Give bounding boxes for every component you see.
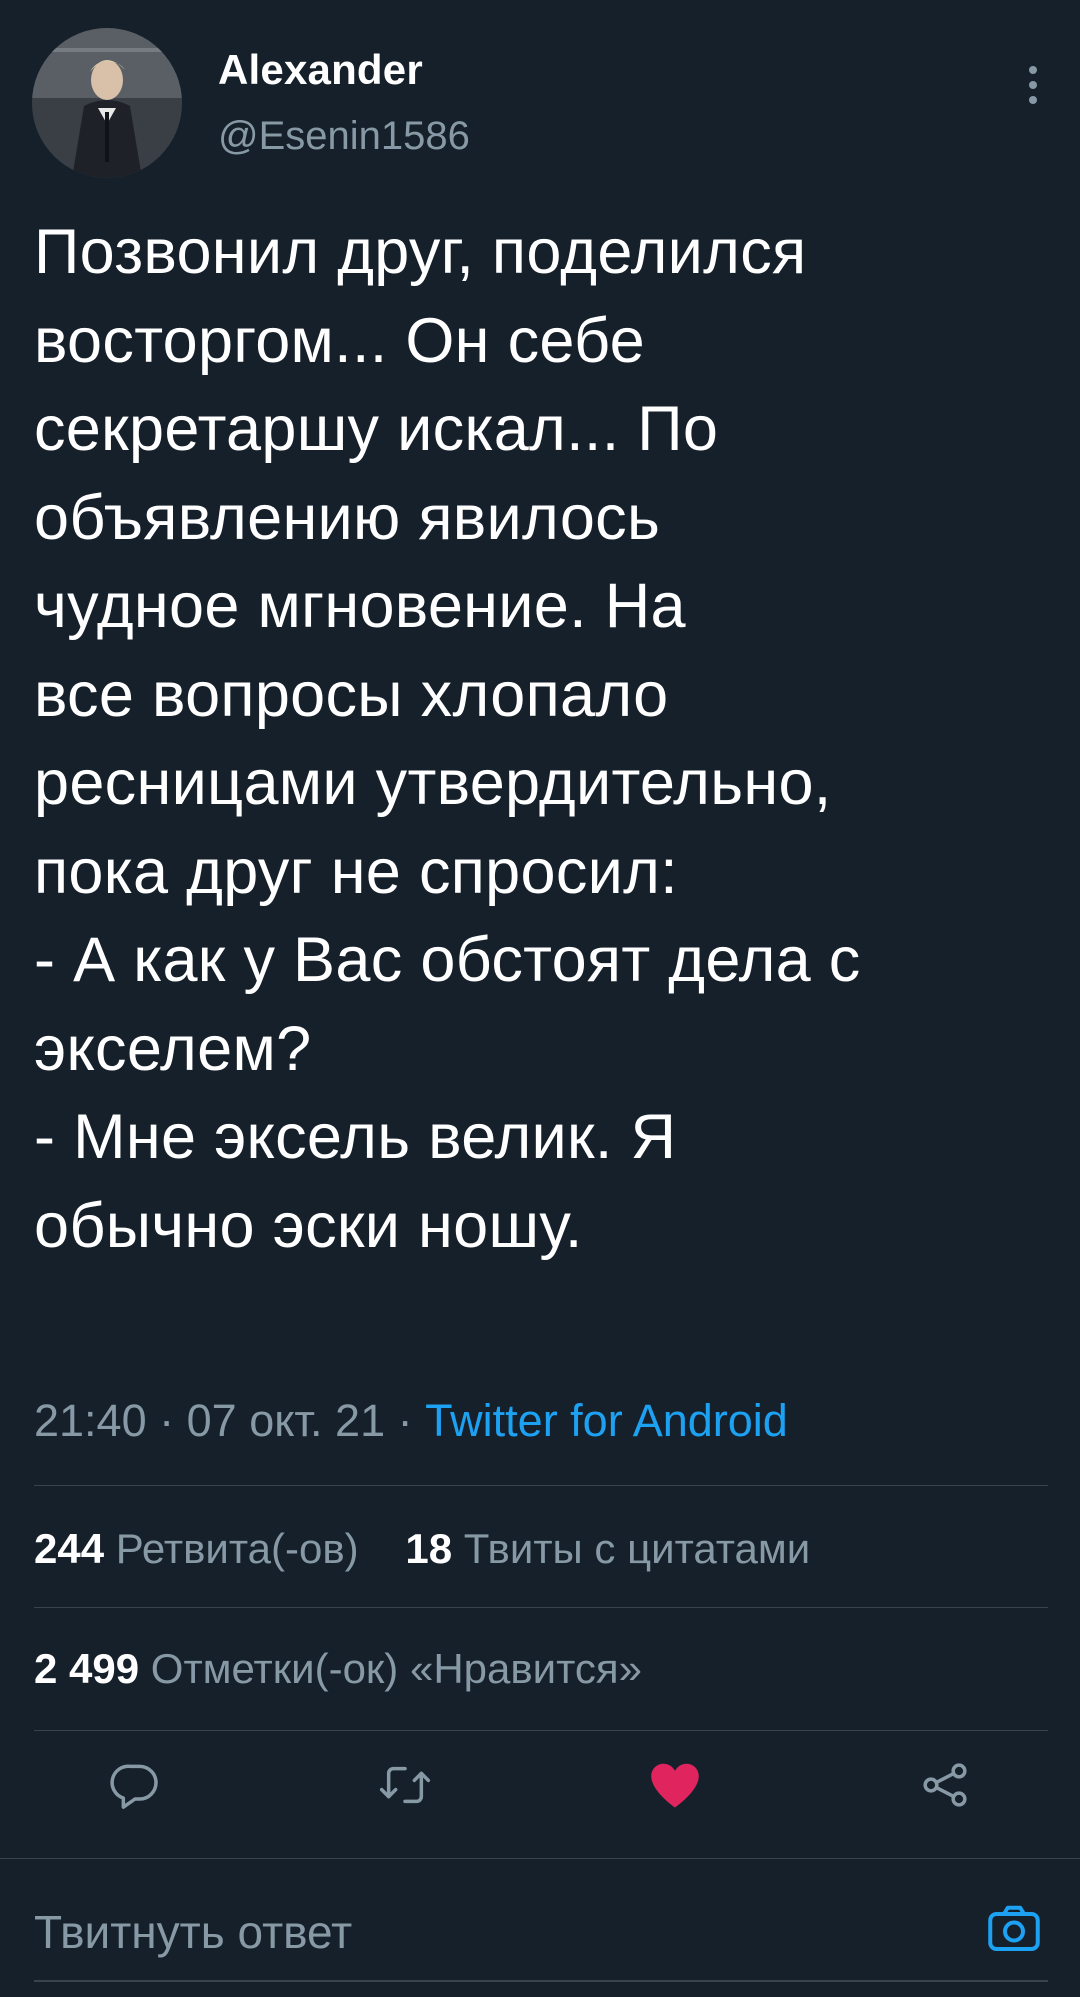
quotes-count: 18 (405, 1525, 453, 1572)
tweet-header: Alexander @Esenin1586 (32, 28, 1048, 178)
divider (34, 1730, 1048, 1731)
meta-separator: · (397, 1395, 413, 1446)
display-name[interactable]: Alexander (218, 46, 423, 94)
reply-input[interactable]: Твитнуть ответ (34, 1905, 352, 1959)
tweet-text: Позвонил друг, поделился восторгом... Он… (34, 217, 861, 1261)
tweet-meta: 21:40 · 07 окт. 21 · Twitter for Android (34, 1395, 788, 1447)
bottom-divider (34, 1980, 1048, 1982)
retweets-stat[interactable]: 244 Ретвита(-ов) (34, 1525, 370, 1572)
likes-count: 2 499 (34, 1645, 140, 1692)
reply-button[interactable] (100, 1745, 170, 1825)
share-icon (923, 1763, 967, 1807)
reply-icon (110, 1764, 158, 1809)
divider (34, 1485, 1048, 1486)
tweet-time: 21:40 (34, 1395, 147, 1446)
quotes-label: Твиты с цитатами (463, 1525, 811, 1572)
retweet-icon (379, 1766, 431, 1804)
retweets-count: 244 (34, 1525, 105, 1572)
avatar[interactable] (32, 28, 182, 178)
tweet-source-link[interactable]: Twitter for Android (425, 1395, 788, 1446)
retweets-label: Ретвита(-ов) (115, 1525, 359, 1572)
stats-row-retweets: 244 Ретвита(-ов) 18 Твиты с цитатами (34, 1525, 810, 1573)
likes-label: Отметки(-ок) «Нравится» (150, 1645, 643, 1692)
heart-icon (651, 1763, 699, 1808)
more-options-icon[interactable] (1018, 50, 1048, 120)
divider (34, 1607, 1048, 1608)
reply-composer[interactable]: Твитнуть ответ (0, 1858, 1080, 1997)
quotes-stat[interactable]: 18 Твиты с цитатами (405, 1525, 810, 1572)
retweet-button[interactable] (370, 1745, 440, 1825)
like-button[interactable] (640, 1745, 710, 1825)
user-handle[interactable]: @Esenin1586 (218, 114, 470, 159)
tweet-date: 07 окт. 21 (186, 1395, 386, 1446)
meta-separator: · (159, 1395, 175, 1446)
stats-row-likes[interactable]: 2 499 Отметки(-ок) «Нравится» (34, 1645, 642, 1693)
action-bar (0, 1745, 1080, 1835)
share-button[interactable] (910, 1745, 980, 1825)
camera-icon[interactable] (984, 1899, 1044, 1959)
